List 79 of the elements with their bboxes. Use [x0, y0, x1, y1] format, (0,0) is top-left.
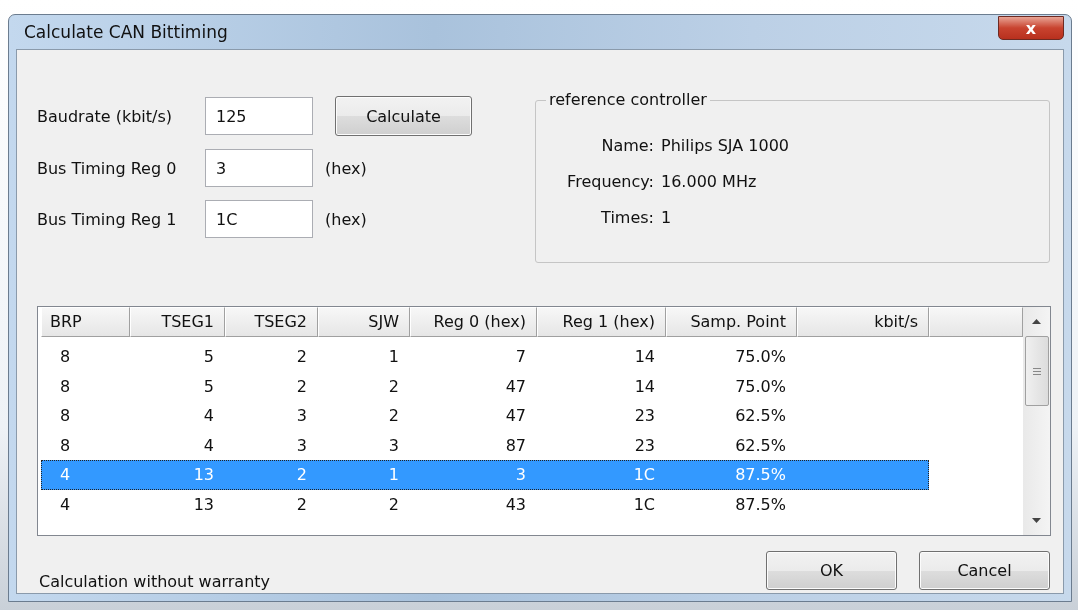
table-cell-text: 23	[633, 435, 656, 455]
list-row[interactable]: 8 5 2 2 47 14 75.0%	[41, 371, 929, 401]
unit-label: (hex)	[325, 158, 367, 178]
field-label: Bus Timing Reg 1	[37, 209, 178, 229]
scroll-down-icon[interactable]	[1032, 518, 1041, 523]
window-title: Calculate CAN Bittiming	[23, 22, 228, 42]
table-cell-text: 75.0%	[734, 347, 787, 367]
table-cell-text: 14	[633, 376, 656, 396]
info-value: 16.000 MHz	[661, 171, 757, 191]
column-header[interactable]: Reg 1 (hex)	[537, 307, 666, 337]
table-cell-text: 2	[387, 406, 400, 426]
table-cell-text: 5	[202, 376, 215, 396]
table-cell-text: 2	[295, 376, 308, 396]
table-cell-text: 4	[202, 435, 215, 455]
table-cell-text: 8	[59, 406, 72, 426]
warranty-note: Calculation without warranty	[39, 572, 271, 591]
list-row[interactable]: 4 13 2 2 43 1C 87.5%	[41, 489, 929, 519]
column-header[interactable]: TSEG2	[225, 307, 318, 337]
table-cell-text: 2	[387, 376, 400, 396]
column-header[interactable]: Reg 0 (hex)	[410, 307, 537, 337]
table-cell-text: 4	[59, 465, 72, 485]
table-cell-text: 14	[633, 347, 656, 367]
dialog-button[interactable]: OK	[766, 551, 897, 590]
table-cell-text: 5	[202, 347, 215, 367]
table-cell-text: 8	[59, 376, 72, 396]
info-value: Philips SJA 1000	[661, 135, 790, 155]
column-header[interactable]: BRP	[41, 307, 130, 337]
info-label: Name:	[600, 135, 654, 155]
table-cell-text: 4	[59, 494, 72, 514]
input-field[interactable]: 1C	[205, 200, 313, 238]
column-header[interactable]: Samp. Point	[666, 307, 797, 337]
column-header[interactable]: SJW	[318, 307, 410, 337]
table-cell-text: 2	[387, 494, 400, 514]
table-cell-text: 1	[387, 347, 400, 367]
calculate-button[interactable]: Calculate	[335, 96, 472, 136]
input-field[interactable]: 3	[205, 149, 313, 187]
list-row[interactable]: 8 4 3 2 47 23 62.5%	[41, 401, 929, 431]
unit-label: (hex)	[325, 209, 367, 229]
list-row[interactable]: 8 5 2 1 7 14 75.0%	[41, 342, 929, 372]
table-cell-text: 1C	[632, 494, 656, 514]
input-field[interactable]: 125	[205, 97, 313, 135]
table-cell-text: 8	[59, 435, 72, 455]
close-button[interactable]: x	[998, 16, 1064, 40]
table-cell-text: 3	[387, 435, 400, 455]
table-cell-text: 23	[633, 406, 656, 426]
column-header[interactable]: kbit/s	[797, 307, 929, 337]
table-cell-text: 8	[59, 347, 72, 367]
table-cell-text: 87	[504, 435, 527, 455]
table-cell-text: 7	[514, 347, 527, 367]
scroll-thumb[interactable]	[1024, 336, 1049, 406]
table-cell-text: 4	[202, 406, 215, 426]
table-cell-text: 2	[295, 465, 308, 485]
table-cell-text: 62.5%	[734, 406, 787, 426]
table-cell-text: 47	[504, 406, 527, 426]
info-label: Times:	[600, 207, 654, 227]
table-cell-text: 1	[387, 465, 400, 485]
table-cell-text: 87.5%	[734, 465, 787, 485]
table-cell-text: 75.0%	[734, 376, 787, 396]
scrollbar[interactable]	[1023, 307, 1050, 535]
table-cell-text: 1C	[632, 465, 656, 485]
table-cell-text: 2	[295, 347, 308, 367]
field-label: Bus Timing Reg 0	[37, 158, 178, 178]
field-label: Baudrate (kbit/s)	[37, 106, 173, 126]
table-cell-text: 47	[504, 376, 527, 396]
column-header[interactable]: TSEG1	[130, 307, 225, 337]
table-cell-text: 62.5%	[734, 435, 787, 455]
info-value: 1	[661, 207, 672, 227]
list-row[interactable]: 8 4 3 3 87 23 62.5%	[41, 430, 929, 460]
table-cell-text: 87.5%	[734, 494, 787, 514]
table-cell-text: 13	[192, 465, 215, 485]
table-cell-text: 2	[295, 494, 308, 514]
table-cell-text: 3	[514, 465, 527, 485]
table-cell-text: 3	[295, 406, 308, 426]
info-label: Frequency:	[566, 171, 654, 191]
table-cell-text: 43	[504, 494, 527, 514]
dialog-button[interactable]: Cancel	[919, 551, 1050, 590]
scroll-up-icon[interactable]	[1032, 319, 1041, 324]
table-cell-text: 3	[295, 435, 308, 455]
table-cell-text: 13	[192, 494, 215, 514]
